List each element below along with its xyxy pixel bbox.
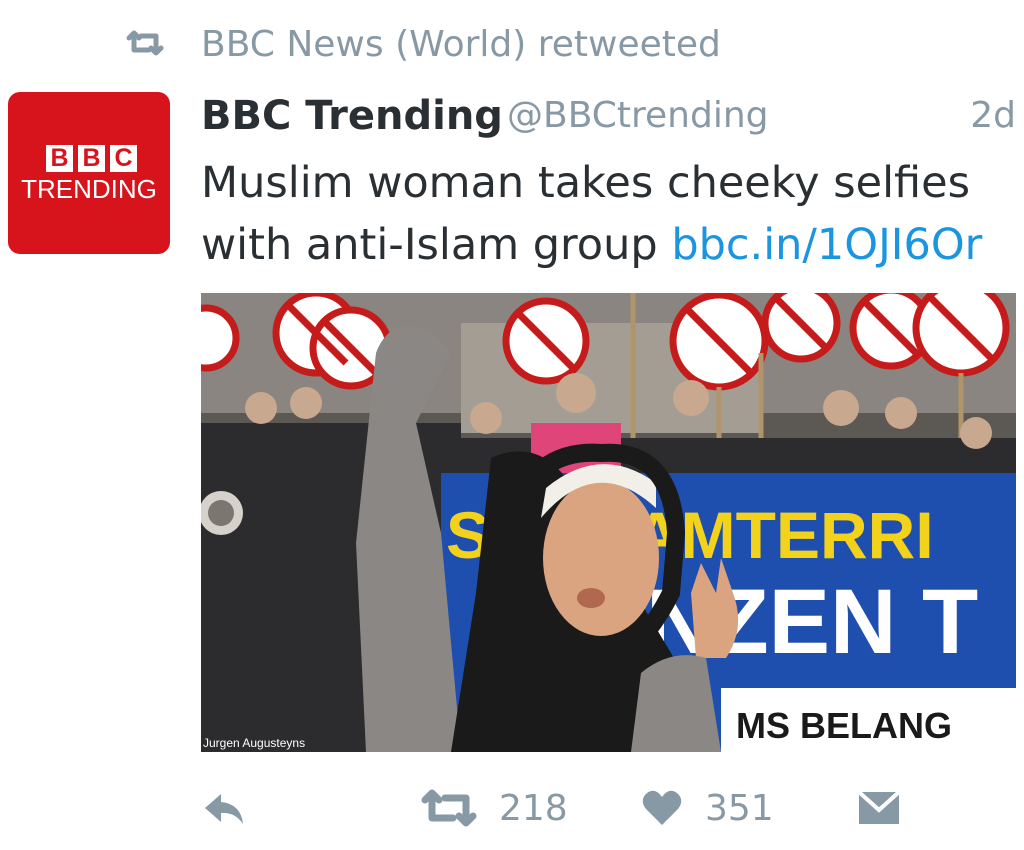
retweet-icon <box>421 788 477 828</box>
like-button[interactable]: 351 <box>641 780 774 836</box>
retweet-context-text: BBC News (World) retweeted <box>201 24 721 65</box>
retweet-button[interactable]: 218 <box>421 780 568 836</box>
tweet-media-image[interactable]: ST SLAMTERRI NZEN T MS BELANG Jurgen Aug… <box>201 293 1016 752</box>
author-avatar[interactable]: B B C TRENDING <box>8 92 170 254</box>
retweet-count: 218 <box>499 787 568 829</box>
reply-icon <box>201 788 247 828</box>
envelope-icon <box>857 788 901 828</box>
author-display-name[interactable]: BBC Trending <box>201 88 503 144</box>
retweet-context[interactable]: BBC News (World) retweeted <box>125 22 721 68</box>
retweet-icon <box>125 30 165 60</box>
tweet-header: BBC Trending @BBCtrending 2d <box>201 88 1016 144</box>
heart-icon <box>641 788 683 828</box>
logo-letter: B <box>46 145 73 172</box>
bbc-logo: B B C <box>46 145 137 172</box>
tweet-timestamp[interactable]: 2d <box>970 88 1016 144</box>
banner-text-bottom: MS BELANG <box>736 705 952 746</box>
tweet-actions: 218 351 <box>201 780 1016 836</box>
tweet-text: Muslim woman takes cheeky selfies with a… <box>201 152 1016 276</box>
logo-letter: C <box>110 145 137 172</box>
direct-message-button[interactable] <box>857 780 901 836</box>
logo-subtext: TRENDING <box>21 174 157 204</box>
tweet-link[interactable]: bbc.in/1OJI6Or <box>671 220 982 270</box>
photo-credit: Jurgen Augusteyns <box>203 736 306 750</box>
author-handle[interactable]: @BBCtrending <box>507 88 769 144</box>
reply-button[interactable] <box>201 780 247 836</box>
like-count: 351 <box>705 787 774 829</box>
logo-letter: B <box>78 145 105 172</box>
